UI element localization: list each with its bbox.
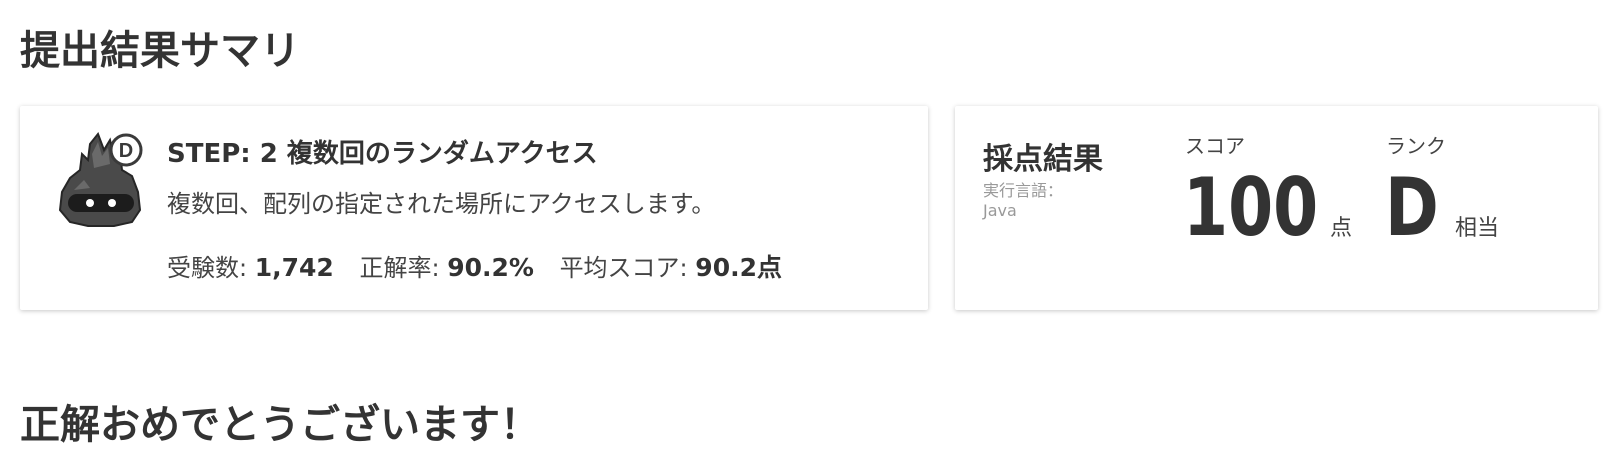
rank-unit: 相当 bbox=[1455, 216, 1500, 241]
accuracy-label: 正解率: bbox=[359, 254, 440, 282]
step-card: D STEP: 2 複数回のランダムアクセス 複数回、配列の指定された場所にアク… bbox=[20, 106, 928, 310]
rank-value: D bbox=[1385, 161, 1439, 254]
language-value: Java bbox=[983, 201, 1017, 220]
average-score-stat: 平均スコア: 90.2点 bbox=[559, 253, 782, 282]
step-description: 複数回、配列の指定された場所にアクセスします。 bbox=[167, 190, 716, 218]
result-card: 採点結果 実行言語： Java スコア 100 点 ランク D 相当 bbox=[955, 106, 1598, 310]
result-title: 採点結果 bbox=[983, 142, 1103, 177]
page: 提出結果サマリ D STEP: 2 複数回のランダムアクセス 複数回、配列の指定… bbox=[0, 0, 1614, 466]
accuracy-stat: 正解率: 90.2% bbox=[359, 253, 541, 282]
score-value: 100 bbox=[1183, 161, 1319, 254]
monster-icon: D bbox=[58, 132, 143, 227]
summary-heading: 提出結果サマリ bbox=[20, 28, 300, 74]
score-unit: 点 bbox=[1330, 216, 1353, 241]
step-title: STEP: 2 複数回のランダムアクセス bbox=[167, 139, 598, 169]
step-stats: 受験数: 1,742 正解率: 90.2% 平均スコア: 90.2点 bbox=[167, 248, 800, 284]
accuracy-value: 90.2% bbox=[447, 253, 534, 282]
examinees-label: 受験数: bbox=[167, 254, 248, 282]
score-label: スコア bbox=[1185, 134, 1245, 158]
rank-label: ランク bbox=[1386, 134, 1446, 158]
examinees-stat: 受験数: 1,742 bbox=[167, 253, 341, 282]
examinees-value: 1,742 bbox=[254, 253, 334, 282]
language-label: 実行言語： bbox=[983, 181, 1064, 200]
average-score-value: 90.2点 bbox=[695, 253, 782, 282]
average-score-label: 平均スコア: bbox=[559, 254, 688, 282]
congrats-heading: 正解おめでとうございます！ bbox=[20, 402, 540, 448]
rank-badge-letter: D bbox=[119, 140, 133, 162]
